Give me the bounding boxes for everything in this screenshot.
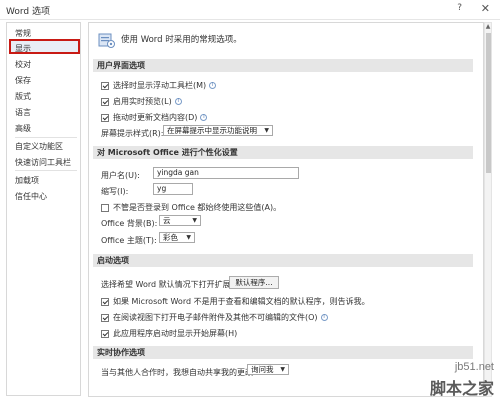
username-row: 用户名(U): (101, 170, 140, 181)
screentip-value: 在屏幕提示中显示功能说明 (167, 126, 257, 135)
share-value: 询问我 (251, 365, 274, 374)
open-attachments-option[interactable]: 在阅读视图下打开电子邮件附件及其他不可编辑的文件(O) i (101, 312, 328, 323)
options-sidebar: 常规 显示 校对 保存 版式 语言 高级 自定义功能区 快速访问工具栏 加载项 … (6, 22, 81, 396)
sidebar-item-save[interactable]: 保存 (15, 75, 31, 86)
sidebar-item-display[interactable]: 显示 (15, 43, 31, 54)
section-personalize: 对 Microsoft Office 进行个性化设置 (93, 146, 473, 159)
live-preview-option[interactable]: 启用实时预览(L) i (101, 96, 182, 107)
username-label: 用户名(U): (101, 171, 140, 180)
sidebar-item-quick-access[interactable]: 快速访问工具栏 (15, 157, 71, 168)
show-start-checkbox[interactable] (101, 329, 109, 338)
watermark-site-name: 脚本之家 (429, 379, 494, 398)
sidebar-divider (15, 137, 77, 138)
update-content-checkbox[interactable] (101, 113, 109, 122)
chevron-down-icon: ▼ (264, 127, 269, 134)
watermark: jb51.net 脚本之家 (430, 361, 494, 399)
theme-label: Office 主题(T): (101, 236, 157, 245)
info-icon: i (209, 82, 217, 89)
mini-toolbar-label: 选择时显示浮动工具栏(M) (113, 81, 207, 90)
chevron-down-icon: ▼ (192, 217, 197, 224)
section-realtime: 实时协作选项 (93, 346, 473, 359)
mini-toolbar-option[interactable]: 选择时显示浮动工具栏(M) i (101, 80, 217, 91)
share-label: 当与其他人合作时，我想自动共享我的更改: (101, 368, 256, 377)
not-default-checkbox[interactable] (101, 297, 109, 306)
screentip-row: 屏幕提示样式(R): (101, 128, 164, 139)
chevron-down-icon: ▼ (186, 234, 191, 241)
extensions-label: 选择希望 Word 默认情况下打开扩展名: (101, 280, 242, 289)
initials-label: 缩写(I): (101, 187, 129, 196)
theme-row: Office 主题(T): (101, 235, 157, 246)
scrollbar-thumb[interactable] (486, 33, 491, 173)
show-start-label: 此应用程序启动时显示开始屏幕(H) (113, 329, 238, 338)
sidebar-item-layout[interactable]: 版式 (15, 91, 31, 102)
help-icon[interactable]: ? (457, 3, 462, 13)
username-field[interactable]: yingda gan (153, 167, 299, 179)
info-icon: i (320, 314, 328, 321)
screentip-label: 屏幕提示样式(R): (101, 129, 164, 138)
open-attachments-checkbox[interactable] (101, 313, 109, 322)
update-content-option[interactable]: 拖动时更新文档内容(D) i (101, 112, 208, 123)
general-options-icon (98, 33, 115, 48)
always-use-checkbox[interactable] (101, 203, 109, 212)
close-icon[interactable]: ✕ (481, 2, 490, 15)
sidebar-item-customize-ribbon[interactable]: 自定义功能区 (15, 141, 63, 152)
watermark-url: jb51.net (454, 361, 494, 373)
chevron-down-icon: ▼ (280, 366, 285, 373)
sidebar-item-trust-center[interactable]: 信任中心 (15, 191, 47, 202)
always-use-option[interactable]: 不管是否登录到 Office 都始终使用这些值(A)。 (101, 202, 281, 213)
not-default-label: 如果 Microsoft Word 不是用于查看和编辑文档的默认程序，则告诉我。 (113, 297, 370, 306)
scroll-up-icon[interactable]: ▲ (485, 23, 491, 30)
always-use-label: 不管是否登录到 Office 都始终使用这些值(A)。 (113, 203, 282, 212)
sidebar-item-addins[interactable]: 加载项 (15, 175, 39, 186)
sidebar-item-proofing[interactable]: 校对 (15, 59, 31, 70)
live-preview-checkbox[interactable] (101, 97, 109, 106)
office-theme-select[interactable]: 彩色 ▼ (159, 232, 195, 243)
vertical-scrollbar[interactable]: ▲ (484, 22, 492, 397)
live-preview-label: 启用实时预览(L) (113, 97, 172, 106)
office-background-value: 云 (163, 216, 171, 225)
office-theme-value: 彩色 (163, 233, 178, 242)
sidebar-divider (15, 170, 77, 171)
mini-toolbar-checkbox[interactable] (101, 81, 109, 90)
initials-row: 缩写(I): (101, 186, 128, 197)
initials-field[interactable]: yg (153, 183, 193, 195)
sidebar-item-general[interactable]: 常规 (15, 28, 31, 39)
not-default-option[interactable]: 如果 Microsoft Word 不是用于查看和编辑文档的默认程序，则告诉我。 (101, 296, 370, 307)
open-attachments-label: 在阅读视图下打开电子邮件附件及其他不可编辑的文件(O) (113, 313, 318, 322)
section-ui-options: 用户界面选项 (93, 59, 473, 72)
info-icon: i (174, 98, 182, 105)
share-row: 当与其他人合作时，我想自动共享我的更改: (101, 367, 256, 378)
share-select[interactable]: 询问我 ▼ (247, 364, 289, 375)
window-title: Word 选项 (6, 7, 50, 17)
info-icon: i (200, 114, 208, 121)
default-programs-button[interactable]: 默认程序... (229, 276, 279, 289)
options-main-pane: 使用 Word 时采用的常规选项。 用户界面选项 选择时显示浮动工具栏(M) i… (88, 22, 484, 397)
title-bar: Word 选项 ? ✕ (0, 0, 500, 20)
update-content-label: 拖动时更新文档内容(D) (113, 113, 198, 122)
office-background-select[interactable]: 云 ▼ (159, 215, 201, 226)
screentip-select[interactable]: 在屏幕提示中显示功能说明 ▼ (163, 125, 273, 136)
show-start-option[interactable]: 此应用程序启动时显示开始屏幕(H) (101, 328, 237, 339)
extensions-row: 选择希望 Word 默认情况下打开扩展名: (101, 279, 241, 290)
sidebar-item-advanced[interactable]: 高级 (15, 123, 31, 134)
background-row: Office 背景(B): (101, 218, 157, 229)
sidebar-item-language[interactable]: 语言 (15, 107, 31, 118)
background-label: Office 背景(B): (101, 219, 158, 228)
intro-text: 使用 Word 时采用的常规选项。 (121, 35, 242, 45)
section-startup: 启动选项 (93, 254, 473, 267)
